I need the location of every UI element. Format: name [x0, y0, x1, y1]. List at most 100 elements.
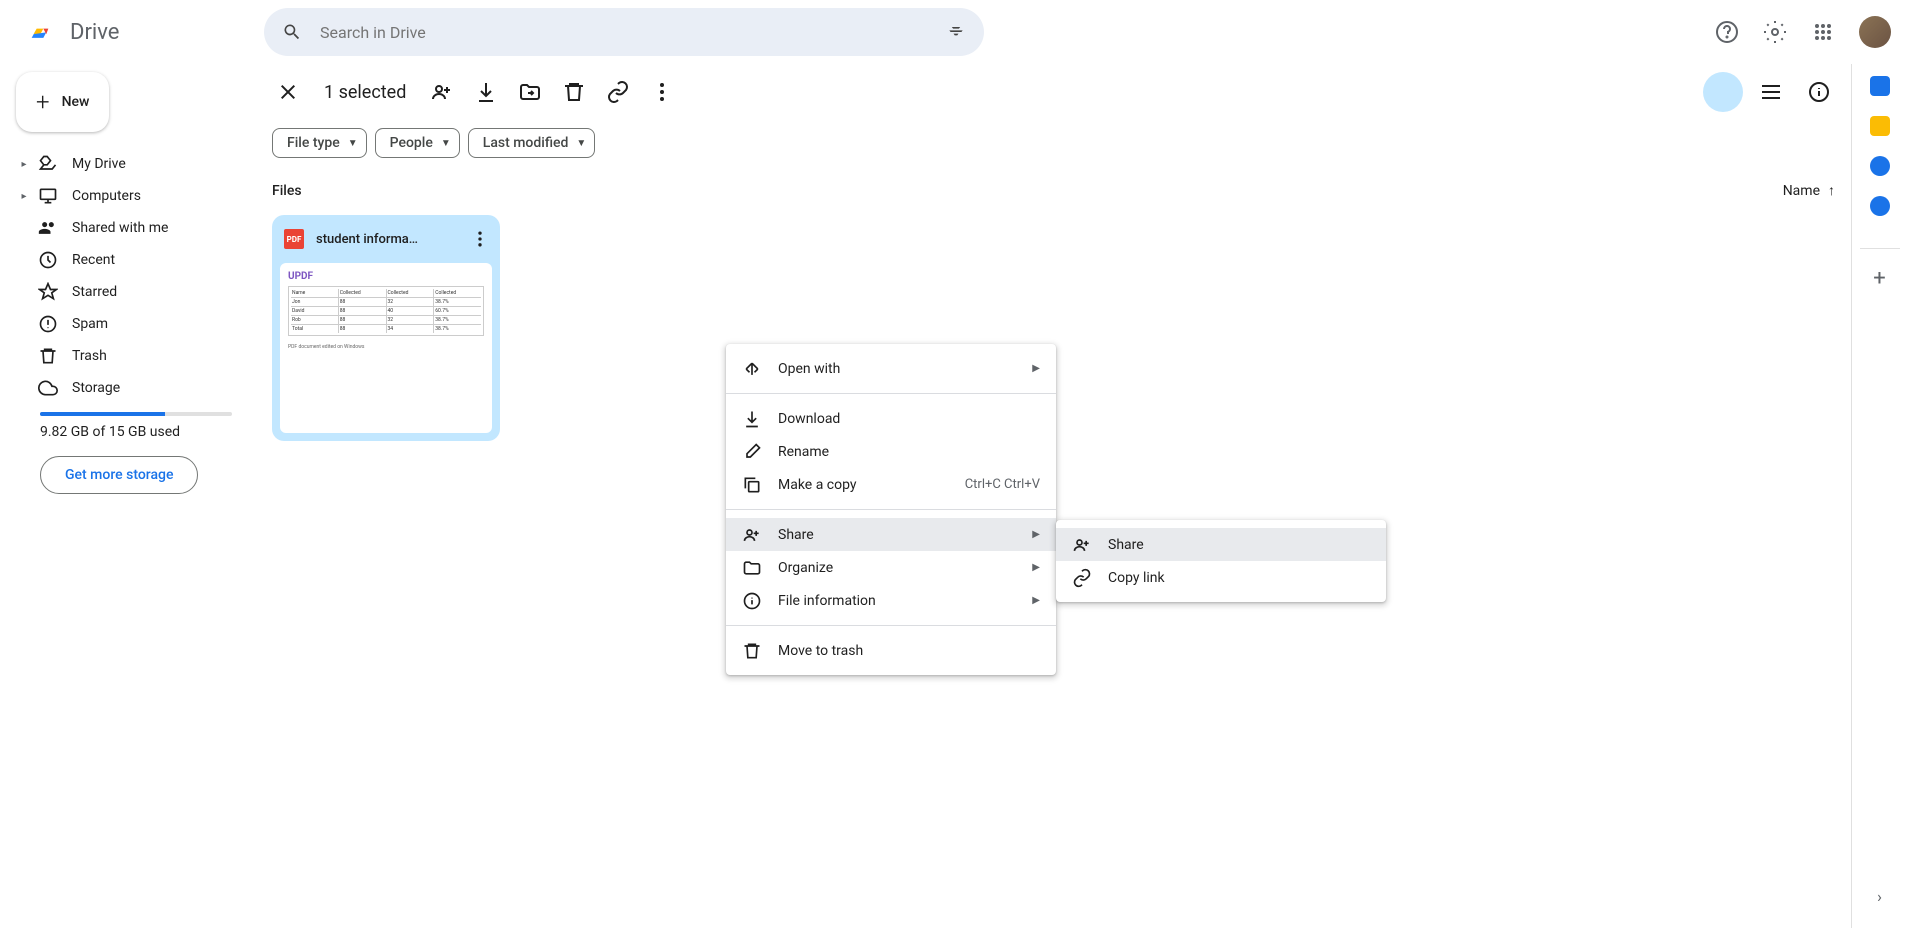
search-icon[interactable]	[272, 12, 312, 52]
sidebar-item-trash[interactable]: Trash	[16, 340, 240, 372]
menu-label: Share	[778, 527, 1032, 543]
share-icon[interactable]	[422, 72, 462, 112]
download-icon[interactable]	[466, 72, 506, 112]
spam-icon	[36, 312, 60, 336]
drive-folder-icon	[36, 152, 60, 176]
drive-logo[interactable]	[18, 10, 62, 54]
menu-divider	[726, 625, 1056, 626]
preview-caption: PDF document edited on Windows	[288, 344, 484, 350]
nav-label: Starred	[72, 284, 117, 300]
storage-section: 9.82 GB of 15 GB used Get more storage	[16, 412, 240, 494]
nav-label: Trash	[72, 348, 107, 364]
chip-last-modified[interactable]: Last modified ▼	[468, 128, 596, 158]
chevron-right-icon: ▶	[1032, 562, 1040, 573]
avatar[interactable]	[1859, 16, 1891, 48]
calendar-app-icon[interactable]	[1870, 76, 1890, 96]
file-card[interactable]: PDF student informa… UPDF NameCollectedC…	[272, 215, 500, 441]
menu-move-trash[interactable]: Move to trash	[726, 634, 1056, 667]
sidebar-item-starred[interactable]: Starred	[16, 276, 240, 308]
search-options-icon[interactable]	[936, 12, 976, 52]
preview-logo: UPDF	[288, 271, 484, 282]
storage-text: 9.82 GB of 15 GB used	[40, 424, 232, 440]
menu-open-with[interactable]: Open with ▶	[726, 352, 1056, 385]
link-icon[interactable]	[598, 72, 638, 112]
menu-label: File information	[778, 593, 1032, 609]
sidebar-item-my-drive[interactable]: ▸ My Drive	[16, 148, 240, 180]
chip-label: People	[390, 135, 433, 151]
sidebar-item-spam[interactable]: Spam	[16, 308, 240, 340]
chip-file-type[interactable]: File type ▼	[272, 128, 367, 158]
nav-label: Spam	[72, 316, 108, 332]
sidebar-item-recent[interactable]: Recent	[16, 244, 240, 276]
app-name[interactable]: Drive	[70, 20, 119, 45]
new-button[interactable]: + New	[16, 72, 109, 132]
add-app-icon[interactable]: +	[1860, 248, 1900, 288]
nav-label: My Drive	[72, 156, 126, 172]
list-view-icon[interactable]	[1751, 72, 1791, 112]
contacts-app-icon[interactable]	[1870, 196, 1890, 216]
filter-toggle[interactable]	[1703, 72, 1743, 112]
trash-icon	[742, 641, 762, 661]
get-storage-button[interactable]: Get more storage	[40, 456, 198, 494]
info-icon	[742, 591, 762, 611]
move-icon[interactable]	[510, 72, 550, 112]
tasks-app-icon[interactable]	[1870, 156, 1890, 176]
collapse-panel-icon[interactable]: ›	[1860, 876, 1900, 916]
menu-label: Download	[778, 411, 1040, 427]
open-icon	[742, 359, 762, 379]
menu-share[interactable]: Share ▶	[726, 518, 1056, 551]
settings-icon[interactable]	[1755, 12, 1795, 52]
share-icon	[742, 525, 762, 545]
logo-section: Drive	[8, 10, 256, 54]
sort-label: Name	[1783, 183, 1820, 199]
storage-fill	[40, 412, 165, 416]
sidebar-item-storage[interactable]: Storage	[16, 372, 240, 404]
search-input[interactable]	[312, 23, 936, 42]
selected-count: 1 selected	[324, 82, 406, 103]
submenu-share[interactable]: Share	[1056, 528, 1386, 561]
chevron-right-icon: ▶	[1032, 363, 1040, 374]
menu-download[interactable]: Download	[726, 402, 1056, 435]
sidebar-item-shared[interactable]: Shared with me	[16, 212, 240, 244]
plus-icon: +	[36, 90, 50, 114]
share-icon	[1072, 535, 1092, 555]
expand-icon[interactable]: ▸	[16, 159, 32, 170]
nav-label: Storage	[72, 380, 120, 396]
help-icon[interactable]	[1707, 12, 1747, 52]
apps-icon[interactable]	[1803, 12, 1843, 52]
nav-label: Shared with me	[72, 220, 168, 236]
shared-icon	[36, 216, 60, 240]
chevron-down-icon: ▼	[576, 138, 586, 149]
menu-make-copy[interactable]: Make a copy Ctrl+C Ctrl+V	[726, 468, 1056, 501]
delete-icon[interactable]	[554, 72, 594, 112]
menu-label: Copy link	[1108, 570, 1370, 586]
cloud-icon	[36, 376, 60, 400]
file-more-icon[interactable]	[468, 227, 492, 251]
chip-people[interactable]: People ▼	[375, 128, 460, 158]
chip-label: File type	[287, 135, 340, 151]
menu-organize[interactable]: Organize ▶	[726, 551, 1056, 584]
submenu-copy-link[interactable]: Copy link	[1056, 561, 1386, 594]
files-label: Files	[272, 183, 302, 199]
right-panel: + ›	[1851, 64, 1907, 928]
menu-label: Make a copy	[778, 477, 965, 493]
close-selection-icon[interactable]	[268, 72, 308, 112]
main: 1 selected	[256, 64, 1851, 928]
expand-icon[interactable]: ▸	[16, 191, 32, 202]
sort-arrow-icon: ↑	[1828, 182, 1835, 199]
menu-rename[interactable]: Rename	[726, 435, 1056, 468]
toolbar: 1 selected	[256, 64, 1851, 120]
menu-file-info[interactable]: File information ▶	[726, 584, 1056, 617]
info-icon[interactable]	[1799, 72, 1839, 112]
new-label: New	[62, 94, 90, 110]
sort-section[interactable]: Name ↑	[1783, 182, 1835, 199]
keep-app-icon[interactable]	[1870, 116, 1890, 136]
menu-label: Rename	[778, 444, 1040, 460]
chip-label: Last modified	[483, 135, 569, 151]
file-preview: UPDF NameCollectedCollectedCollected Jon…	[280, 263, 492, 433]
menu-label: Organize	[778, 560, 1032, 576]
more-icon[interactable]	[642, 72, 682, 112]
menu-label: Move to trash	[778, 643, 1040, 659]
sidebar-item-computers[interactable]: ▸ Computers	[16, 180, 240, 212]
clock-icon	[36, 248, 60, 272]
